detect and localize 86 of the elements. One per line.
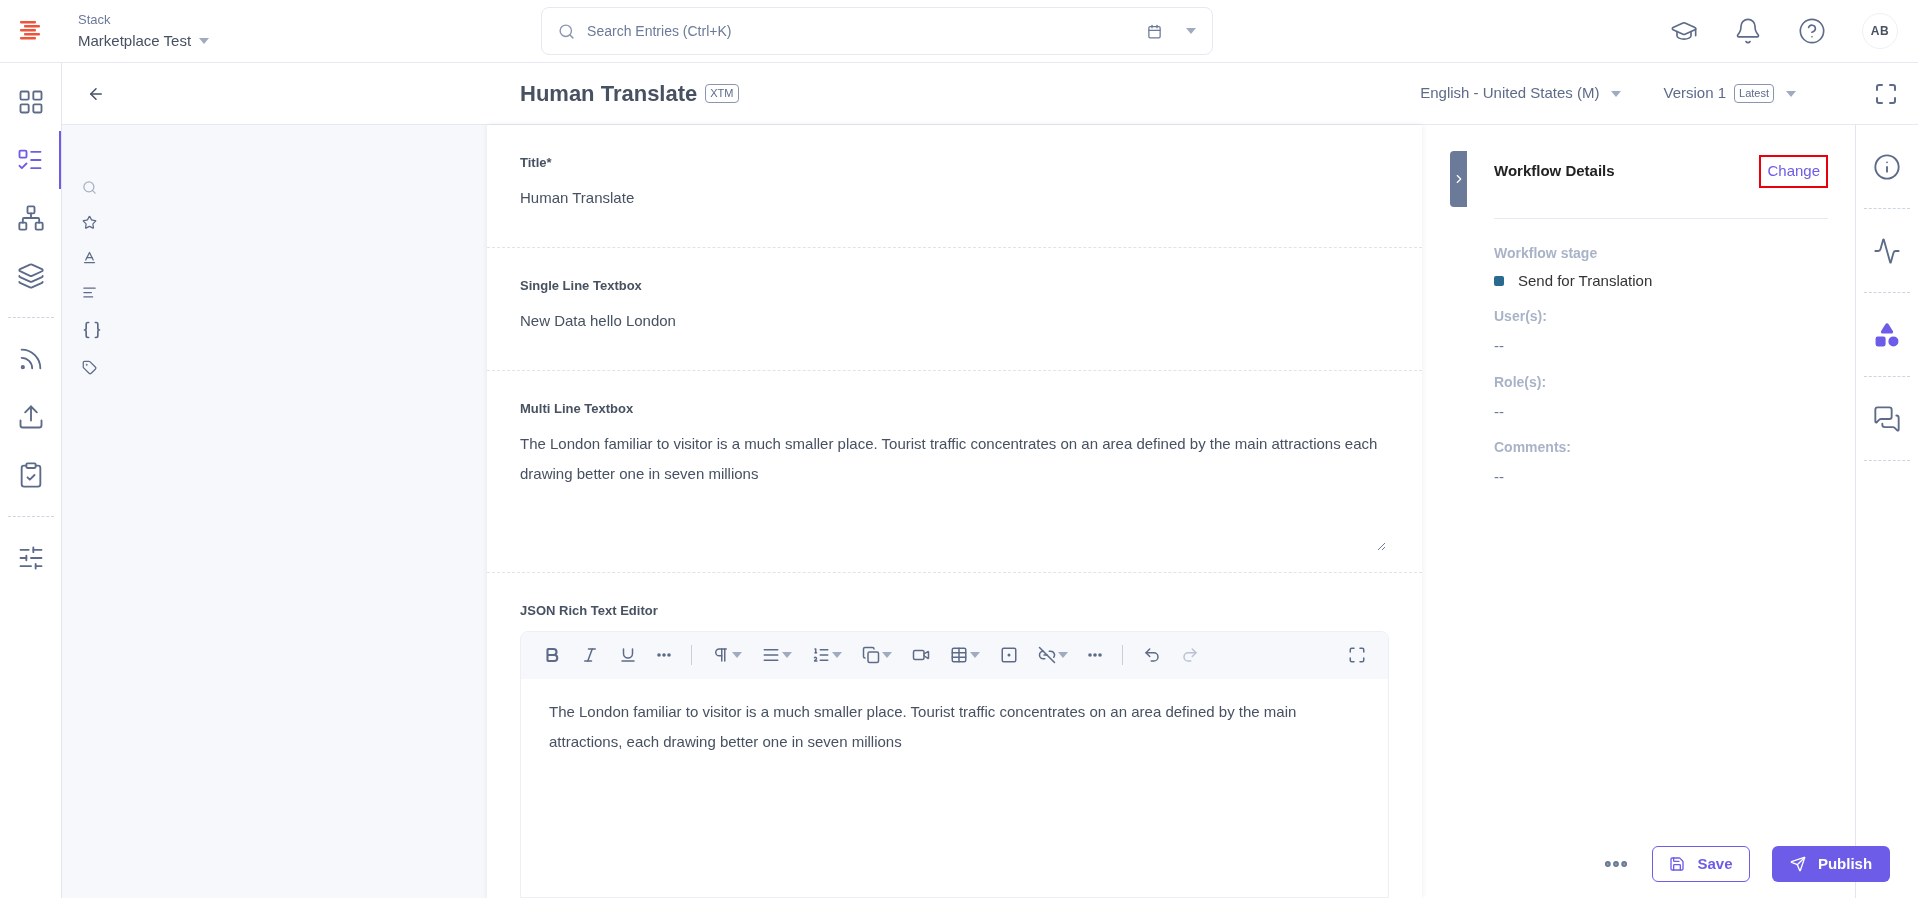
info-icon [1873, 152, 1901, 181]
fullscreen-icon [1348, 646, 1366, 664]
toolbar-button[interactable] [1038, 646, 1068, 664]
notification-icon[interactable] [1734, 17, 1762, 45]
send-icon [1789, 856, 1806, 872]
caret-icon [1186, 28, 1197, 34]
star-icon[interactable] [82, 215, 97, 230]
braces-icon[interactable] [82, 320, 102, 340]
field-label: Multi Line Textbox [520, 400, 635, 418]
detail-value: -- [1494, 336, 1505, 356]
text-icon[interactable] [82, 250, 97, 265]
detail-value: -- [1494, 467, 1505, 487]
bold-icon [543, 646, 561, 664]
search-field[interactable]: Search Entries (Ctrl+K) [587, 20, 1148, 42]
caret-icon [882, 652, 892, 658]
search-bar[interactable]: Search Entries (Ctrl+K) [541, 7, 1214, 55]
calendar-icon[interactable] [1147, 23, 1163, 39]
field-value[interactable]: New Data hello London [520, 309, 1389, 332]
field-label: Title* [520, 154, 553, 172]
table-icon [950, 646, 968, 664]
more-icon [657, 653, 671, 657]
align-icon[interactable] [82, 285, 97, 300]
embed-icon [1000, 646, 1018, 664]
search-icon [558, 22, 576, 40]
publish-button[interactable]: Publish [1772, 846, 1890, 882]
help-icon[interactable] [1798, 17, 1826, 45]
stack-selector[interactable]: Marketplace Test [78, 29, 210, 52]
copy-icon [862, 646, 880, 664]
detail-label: Comments: [1494, 438, 1572, 457]
entry-badge: XTM [705, 84, 739, 103]
change-link[interactable]: Change [1759, 155, 1828, 188]
textarea-field[interactable]: The London familiar to visitor is a much smaller place. Tourist traffic concentrates on an area defined by the main attractions each drawing better one in seven millions [520, 428, 1389, 559]
toolbar-button[interactable] [1143, 646, 1161, 664]
toolbar-button[interactable] [619, 646, 637, 664]
locale-selector[interactable]: English - United States (M) [1420, 82, 1622, 105]
panel-title: Workflow Details [1494, 161, 1615, 181]
toolbar-button[interactable] [657, 653, 671, 657]
caret-icon [1786, 90, 1796, 97]
caret-icon [1058, 652, 1068, 658]
entry-title: Human Translate [520, 80, 698, 108]
detail-label: Role(s): [1494, 372, 1548, 392]
unlink-icon [1038, 646, 1056, 664]
resize-handle-icon[interactable] [1377, 541, 1386, 551]
shapes-icon [1873, 320, 1901, 349]
toolbar-button[interactable] [762, 646, 792, 664]
more-icon [1088, 653, 1102, 657]
field-label: JSON Rich Text Editor [520, 602, 659, 620]
toolbar-button[interactable] [581, 646, 599, 664]
caret-icon [1611, 90, 1622, 97]
stack-label: Stack [78, 11, 112, 29]
layers-icon [16, 262, 45, 290]
caret-icon [782, 652, 792, 658]
redo-icon [1181, 646, 1199, 664]
fullscreen-icon[interactable] [1874, 81, 1898, 106]
caret-icon [199, 37, 210, 44]
toolbar-button[interactable] [1088, 653, 1102, 657]
save-button[interactable]: Save [1652, 846, 1750, 882]
underline-icon [619, 646, 637, 664]
toolbar-button[interactable] [862, 646, 892, 664]
caret-icon [732, 652, 742, 658]
stage-label: Workflow stage [1494, 243, 1599, 263]
stage-name: Send for Translation [1518, 270, 1653, 291]
detail-value: -- [1494, 401, 1505, 422]
field-label: Single Line Textbox [520, 277, 643, 295]
italic-icon [581, 646, 599, 664]
toolbar-button[interactable] [812, 646, 842, 664]
paragraph-icon [712, 646, 730, 664]
toolbar-button[interactable] [712, 646, 742, 664]
toolbar-button[interactable] [1348, 646, 1366, 664]
field-value[interactable]: Human Translate [520, 186, 1389, 209]
align-icon [762, 646, 780, 664]
toolbar-button[interactable] [950, 646, 980, 664]
collapse-panel-button[interactable] [1450, 151, 1467, 207]
save-icon [1669, 856, 1686, 872]
chat-icon [1873, 404, 1901, 433]
caret-icon [832, 652, 842, 658]
version-selector[interactable]: Version 1 Latest [1663, 82, 1796, 105]
structure-icon [16, 204, 45, 232]
activity-icon [1873, 236, 1901, 265]
caret-icon [970, 652, 980, 658]
numbered-list-icon [812, 646, 830, 664]
tag-icon[interactable] [82, 360, 97, 375]
undo-icon [1143, 646, 1161, 664]
toolbar-button[interactable] [1000, 646, 1018, 664]
detail-label: User(s): [1494, 307, 1548, 326]
toolbar-button[interactable] [543, 646, 561, 664]
